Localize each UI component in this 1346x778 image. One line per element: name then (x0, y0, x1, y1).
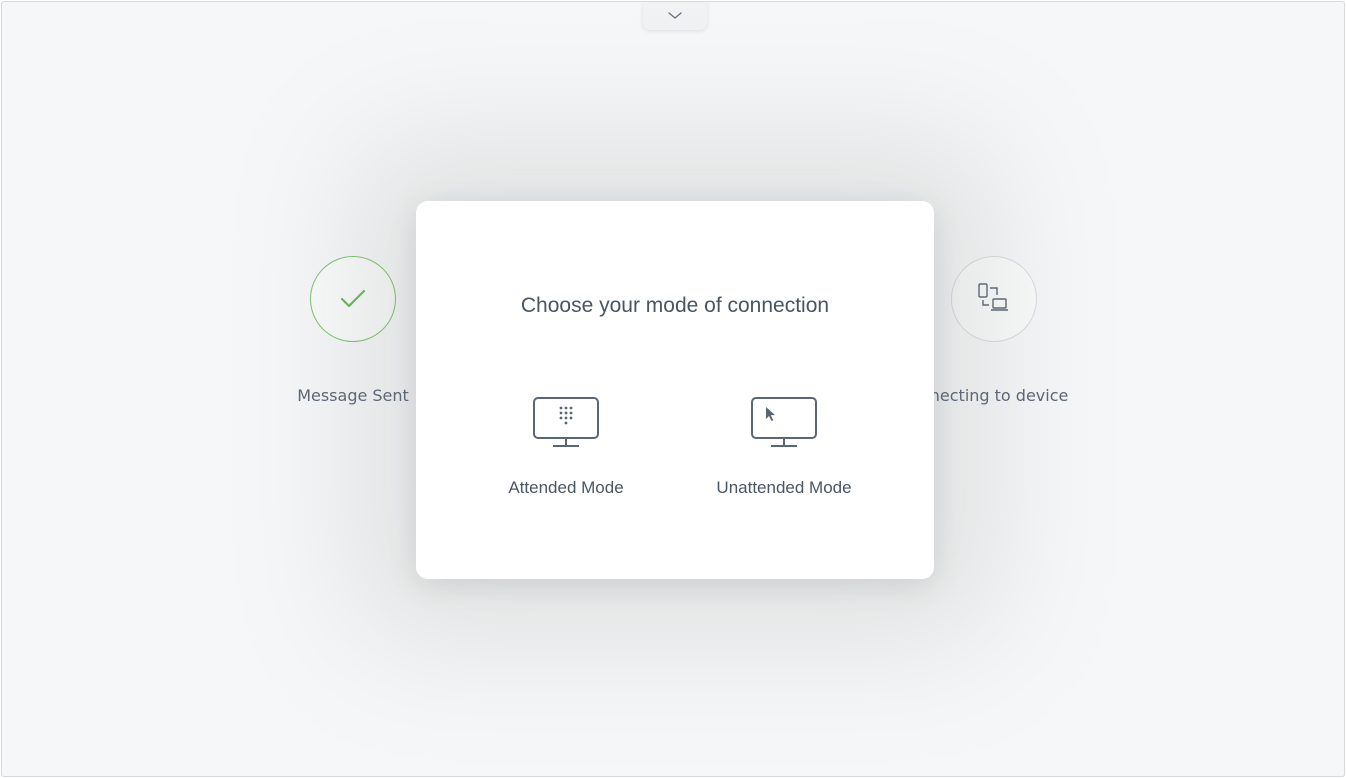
connection-mode-dialog: Choose your mode of connection Attended … (416, 201, 934, 579)
monitor-keypad-icon (533, 397, 599, 447)
unattended-mode-option[interactable]: Unattended Mode (694, 395, 874, 498)
step-status-circle (951, 256, 1037, 342)
attended-mode-label: Attended Mode (508, 478, 624, 497)
checkmark-icon (340, 289, 366, 308)
unattended-mode-label: Unattended Mode (716, 478, 852, 497)
dialog-title: Choose your mode of connection (520, 294, 830, 317)
app-window: Message Sent nnecting to device Choose y… (1, 1, 1345, 777)
devices-icon (978, 283, 1008, 311)
monitor-cursor-icon (751, 397, 817, 447)
attended-mode-option[interactable]: Attended Mode (476, 395, 656, 498)
step-status-circle (310, 256, 396, 342)
chevron-down-icon (668, 12, 682, 19)
collapse-toggle[interactable] (643, 2, 707, 30)
